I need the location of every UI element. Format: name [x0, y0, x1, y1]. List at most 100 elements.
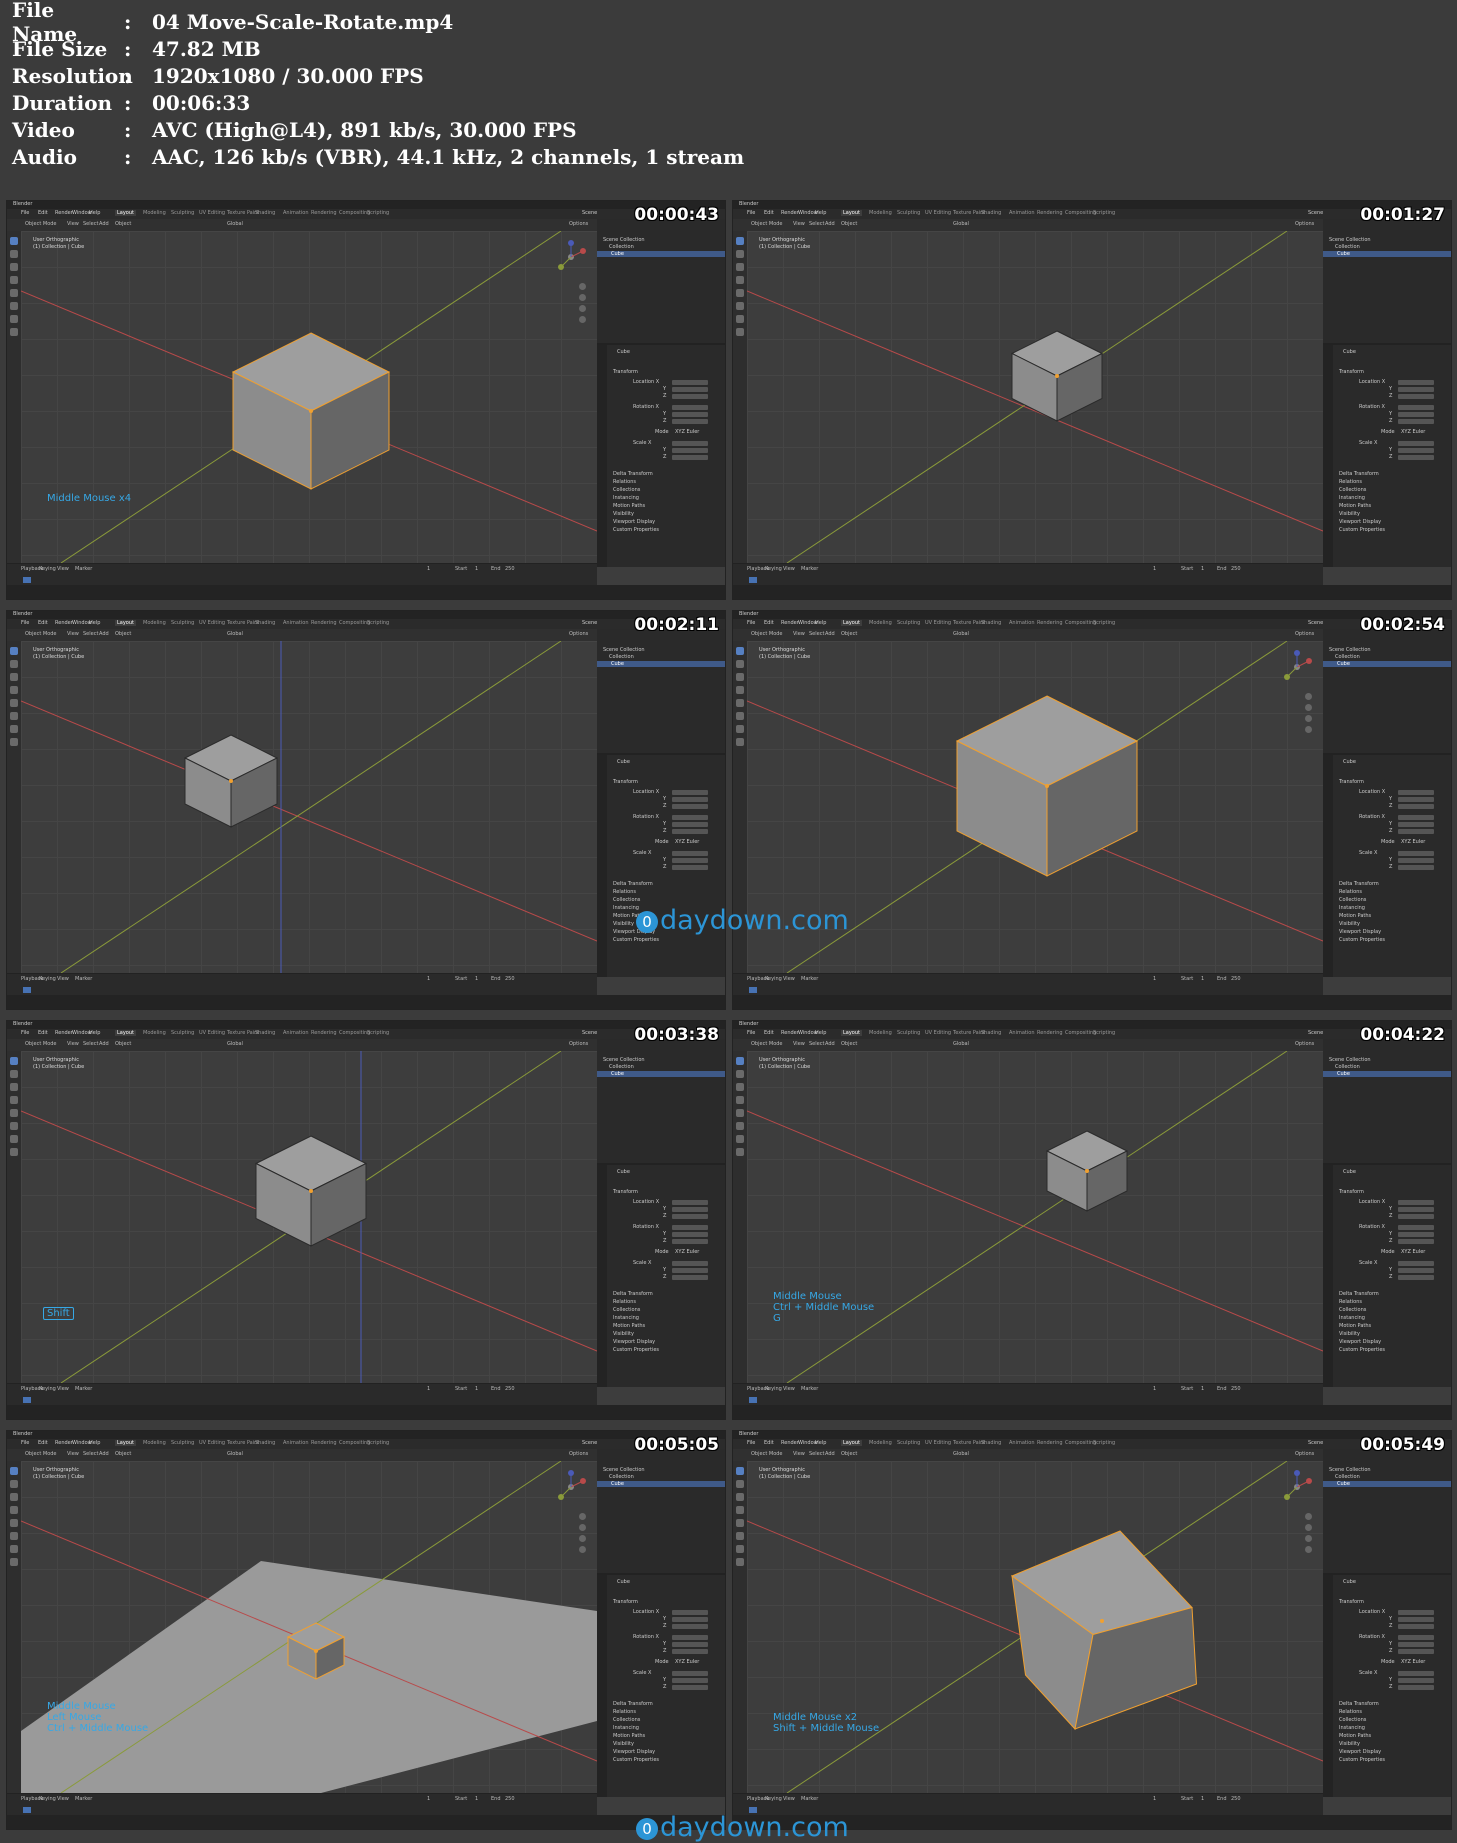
- select-box-icon[interactable]: [10, 1467, 18, 1475]
- options-button[interactable]: Options: [569, 1451, 588, 1457]
- hand-icon[interactable]: [1305, 704, 1312, 711]
- mode-selector[interactable]: Object Mode: [25, 221, 57, 227]
- tab-modeling[interactable]: Modeling: [869, 1440, 892, 1446]
- rotation-mode-select[interactable]: XYZ Euler: [675, 1249, 699, 1255]
- properties-section[interactable]: Custom Properties: [613, 937, 659, 943]
- outliner-item[interactable]: Scene Collection: [1329, 1467, 1371, 1473]
- view-menu-object[interactable]: Object: [841, 631, 857, 637]
- menu-help[interactable]: Help: [815, 1030, 826, 1036]
- tab-compositing[interactable]: Compositing: [1065, 210, 1096, 216]
- rotation-mode-select[interactable]: XYZ Euler: [675, 1659, 699, 1665]
- measure-icon[interactable]: [736, 328, 744, 336]
- menu-render[interactable]: Render: [781, 1030, 799, 1036]
- properties-section[interactable]: Collections: [613, 1307, 640, 1313]
- grid-icon[interactable]: [1305, 726, 1312, 733]
- outliner-item[interactable]: Scene Collection: [603, 647, 645, 653]
- transform-value-field[interactable]: [672, 790, 708, 795]
- select-box-icon[interactable]: [736, 647, 744, 655]
- properties-tabs[interactable]: [597, 1575, 607, 1797]
- transform-value-field[interactable]: [1398, 865, 1434, 870]
- scale-icon[interactable]: [736, 289, 744, 297]
- transform-icon[interactable]: [10, 1122, 18, 1130]
- properties-section[interactable]: Instancing: [1339, 1315, 1365, 1321]
- orientation-selector[interactable]: Global: [953, 221, 969, 227]
- tab-animation[interactable]: Animation: [283, 210, 309, 216]
- rotation-mode-select[interactable]: XYZ Euler: [675, 839, 699, 845]
- camera-icon[interactable]: [1305, 715, 1312, 722]
- tab-sculpting[interactable]: Sculpting: [897, 210, 920, 216]
- transform-value-field[interactable]: [672, 1232, 708, 1237]
- transform-value-field[interactable]: [1398, 804, 1434, 809]
- view-menu-add[interactable]: Add: [99, 631, 109, 637]
- rotation-mode-select[interactable]: XYZ Euler: [1401, 1249, 1425, 1255]
- tab-layout[interactable]: Layout: [841, 620, 862, 626]
- options-button[interactable]: Options: [1295, 631, 1314, 637]
- hand-icon[interactable]: [1305, 1524, 1312, 1531]
- transform-value-field[interactable]: [1398, 1207, 1434, 1212]
- properties-section[interactable]: Motion Paths: [613, 503, 645, 509]
- tab-animation[interactable]: Animation: [283, 620, 309, 626]
- transform-value-field[interactable]: [1398, 851, 1434, 856]
- scale-icon[interactable]: [10, 1109, 18, 1117]
- menu-render[interactable]: Render: [781, 620, 799, 626]
- cursor-icon[interactable]: [10, 250, 18, 258]
- properties-section[interactable]: Visibility: [613, 511, 634, 517]
- transform-value-field[interactable]: [672, 1610, 708, 1615]
- view-menu-view[interactable]: View: [67, 221, 79, 227]
- transform-value-field[interactable]: [672, 405, 708, 410]
- measure-icon[interactable]: [736, 738, 744, 746]
- cursor-icon[interactable]: [736, 250, 744, 258]
- annotate-icon[interactable]: [736, 725, 744, 733]
- mode-selector[interactable]: Object Mode: [751, 221, 783, 227]
- properties-section[interactable]: Delta Transform: [1339, 471, 1379, 477]
- zoom-icon[interactable]: [1305, 693, 1312, 700]
- timeline-menu-marker[interactable]: Marker: [75, 1796, 92, 1802]
- options-button[interactable]: Options: [1295, 1041, 1314, 1047]
- menu-edit[interactable]: Edit: [764, 1440, 774, 1446]
- properties-section[interactable]: Viewport Display: [613, 1749, 655, 1755]
- properties-section[interactable]: Collections: [1339, 1717, 1366, 1723]
- transform-value-field[interactable]: [672, 1261, 708, 1266]
- select-box-icon[interactable]: [10, 647, 18, 655]
- grid-icon[interactable]: [1305, 1546, 1312, 1553]
- properties-section[interactable]: Relations: [613, 889, 636, 895]
- transform-value-field[interactable]: [1398, 829, 1434, 834]
- transform-value-field[interactable]: [1398, 1275, 1434, 1280]
- transform-value-field[interactable]: [1398, 1214, 1434, 1219]
- playhead[interactable]: [23, 577, 31, 583]
- view-menu-add[interactable]: Add: [825, 1041, 835, 1047]
- menu-edit[interactable]: Edit: [764, 1030, 774, 1036]
- playhead[interactable]: [23, 1807, 31, 1813]
- transform-value-field[interactable]: [672, 1268, 708, 1273]
- hand-icon[interactable]: [579, 294, 586, 301]
- properties-tabs[interactable]: [1323, 755, 1333, 977]
- tab-uv-editing[interactable]: UV Editing: [925, 1440, 951, 1446]
- move-icon[interactable]: [736, 1083, 744, 1091]
- tab-modeling[interactable]: Modeling: [143, 620, 166, 626]
- view-menu-object[interactable]: Object: [115, 1041, 131, 1047]
- scene-selector[interactable]: Scene: [1308, 1440, 1323, 1446]
- view-menu-add[interactable]: Add: [99, 1041, 109, 1047]
- properties-tabs[interactable]: [1323, 345, 1333, 567]
- tab-compositing[interactable]: Compositing: [339, 620, 370, 626]
- tab-sculpting[interactable]: Sculpting: [897, 1440, 920, 1446]
- tab-compositing[interactable]: Compositing: [339, 210, 370, 216]
- outliner-item[interactable]: Cube: [597, 251, 725, 257]
- tab-sculpting[interactable]: Sculpting: [171, 1030, 194, 1036]
- timeline-menu-marker[interactable]: Marker: [801, 566, 818, 572]
- tab-modeling[interactable]: Modeling: [869, 1030, 892, 1036]
- transform-value-field[interactable]: [1398, 441, 1434, 446]
- move-icon[interactable]: [10, 263, 18, 271]
- scale-icon[interactable]: [736, 1519, 744, 1527]
- menu-help[interactable]: Help: [815, 210, 826, 216]
- outliner-item[interactable]: Scene Collection: [1329, 647, 1371, 653]
- properties-section[interactable]: Visibility: [613, 921, 634, 927]
- properties-section[interactable]: Viewport Display: [1339, 1749, 1381, 1755]
- view-menu-view[interactable]: View: [67, 1041, 79, 1047]
- transform-value-field[interactable]: [1398, 455, 1434, 460]
- properties-section[interactable]: Visibility: [1339, 511, 1360, 517]
- tab-compositing[interactable]: Compositing: [1065, 1030, 1096, 1036]
- properties-tabs[interactable]: [597, 1165, 607, 1387]
- properties-section[interactable]: Delta Transform: [613, 1701, 653, 1707]
- outliner-item[interactable]: Cube: [1323, 661, 1451, 667]
